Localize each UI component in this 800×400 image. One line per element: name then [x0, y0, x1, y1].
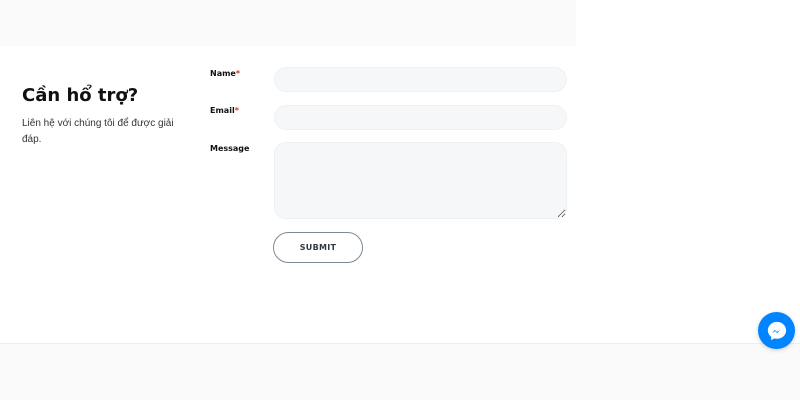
required-mark: * [234, 106, 239, 115]
message-textarea[interactable] [274, 142, 567, 219]
header-band [0, 0, 576, 46]
header-band-right [576, 0, 800, 46]
help-description: Liên hệ với chúng tôi để được giải đáp. [22, 118, 174, 145]
name-label: Name* [210, 69, 240, 78]
help-title: Cần hổ trợ? [22, 85, 139, 106]
messenger-icon [767, 321, 786, 340]
name-label-text: Name [210, 69, 236, 78]
message-label-text: Message [210, 144, 250, 153]
required-mark: * [235, 69, 241, 78]
footer-band [0, 344, 800, 400]
email-label-text: Email [210, 106, 235, 115]
submit-button[interactable]: SUBMIT [273, 232, 363, 263]
name-input[interactable] [274, 67, 567, 92]
messenger-chat-button[interactable] [758, 312, 795, 349]
help-block: Cần hổ trợ? Liên hệ với chúng tôi để đượ… [22, 84, 192, 148]
message-label: Message [210, 144, 249, 153]
email-label: Email* [210, 106, 239, 115]
email-input[interactable] [274, 105, 567, 130]
